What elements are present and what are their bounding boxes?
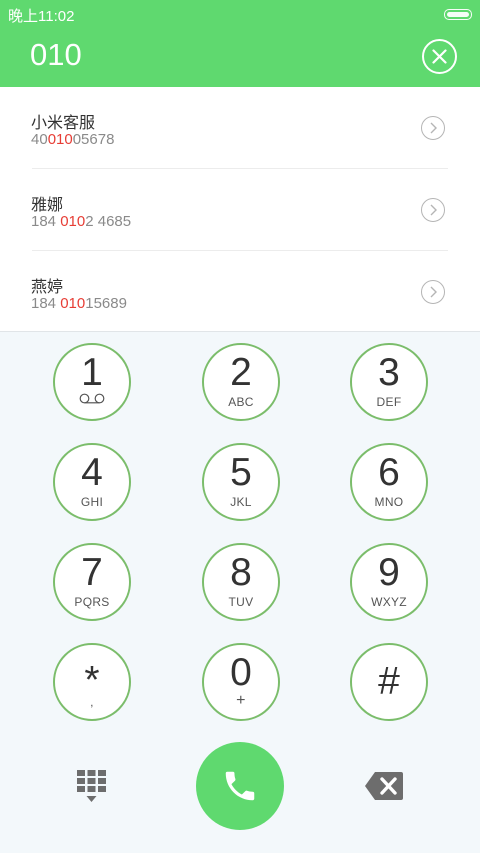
contact-row[interactable]: 雅娜 184 0102 4685 [0,169,480,251]
key-letters: JKL [230,495,252,509]
number-suffix: 15689 [85,295,127,312]
key-star[interactable]: * , [53,643,131,721]
number-prefix: 184 [31,213,61,230]
key-5[interactable]: 5 JKL [202,443,280,521]
key-hash[interactable]: # [350,643,428,721]
key-3[interactable]: 3 DEF [350,343,428,421]
close-icon [432,49,447,64]
contact-number: 4001005678 [31,131,114,148]
key-6[interactable]: 6 MNO [350,443,428,521]
contact-results-list: 小米客服 4001005678 雅娜 184 0102 4685 燕婷 184 … [0,87,480,332]
contact-name: 雅娜 [31,195,64,214]
contact-row[interactable]: 燕婷 184 01015689 [0,251,480,333]
key-digit: 5 [230,451,252,494]
battery-icon [444,9,472,20]
key-letters: WXYZ [371,595,407,609]
header-bar: 晚上11:02 010 [0,0,480,87]
key-letters: + [236,692,246,709]
contact-number: 184 0102 4685 [31,213,131,230]
dialed-number[interactable]: 010 [30,37,82,73]
contact-name: 小米客服 [31,113,96,132]
key-digit: 2 [230,351,252,394]
key-letters: MNO [374,495,404,509]
key-digit: 8 [230,551,252,594]
voicemail-icon [79,393,105,404]
key-digit: # [378,660,400,703]
contact-detail-button[interactable] [421,116,445,140]
clear-button[interactable] [422,39,457,74]
key-letters: TUV [228,595,254,609]
number-prefix: 184 [31,295,61,312]
status-time: 晚上11:02 [8,8,75,25]
dialpad-icon[interactable] [77,770,106,804]
chevron-right-icon [430,286,437,298]
key-4[interactable]: 4 GHI [53,443,131,521]
number-prefix: 40 [31,131,48,148]
key-1[interactable]: 1 [53,343,131,421]
phone-icon [225,771,255,801]
key-9[interactable]: 9 WXYZ [350,543,428,621]
key-digit: 7 [81,551,103,594]
contact-number: 184 01015689 [31,295,127,312]
chevron-right-icon [430,122,437,134]
number-suffix: 05678 [72,131,115,148]
key-digit: 1 [81,351,103,394]
number-suffix: 2 4685 [85,213,132,230]
contact-row[interactable]: 小米客服 4001005678 [0,87,480,169]
key-letters: , [90,695,94,709]
key-2[interactable]: 2 ABC [202,343,280,421]
contact-name: 燕婷 [31,277,64,296]
key-digit: 4 [81,451,103,494]
key-letters: ABC [228,395,254,409]
number-match: 010 [60,213,86,230]
key-digit: 0 [230,651,252,694]
key-0[interactable]: 0 + [202,643,280,721]
key-digit: 9 [378,551,400,594]
key-digit: 6 [378,451,400,494]
contact-detail-button[interactable] [421,280,445,304]
call-button[interactable] [196,742,284,830]
number-match: 010 [47,131,73,148]
contact-detail-button[interactable] [421,198,445,222]
backspace-icon[interactable] [364,771,404,801]
key-7[interactable]: 7 PQRS [53,543,131,621]
chevron-right-icon [430,204,437,216]
key-8[interactable]: 8 TUV [202,543,280,621]
number-match: 010 [60,295,86,312]
key-letters: PQRS [74,595,110,609]
key-letters: DEF [376,395,402,409]
key-digit: 3 [378,351,400,394]
key-letters: GHI [80,495,104,509]
